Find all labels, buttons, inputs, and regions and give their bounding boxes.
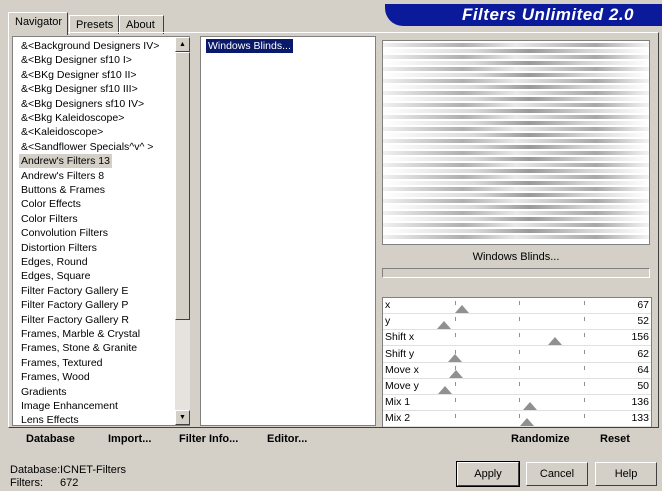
category-item[interactable]: Gradients — [19, 385, 69, 399]
category-item[interactable]: Lens Effects — [19, 413, 81, 425]
randomize-button[interactable]: Randomize — [511, 433, 570, 445]
slider-thumb[interactable] — [438, 386, 452, 394]
status-bar: Database:ICNET-Filters Filters: 672 — [10, 464, 126, 490]
param-row[interactable]: Mix 1 136 — [383, 395, 651, 412]
category-item[interactable]: Edges, Round — [19, 255, 90, 269]
param-row[interactable]: Shift y 62 — [383, 347, 651, 363]
reset-button[interactable]: Reset — [600, 433, 630, 445]
category-item[interactable]: Filter Factory Gallery E — [19, 284, 130, 298]
param-row[interactable]: y 52 — [383, 314, 651, 331]
blinds-preview-graphic — [383, 43, 649, 239]
editor-button[interactable]: Editor... — [267, 433, 307, 445]
param-name: Move x — [385, 363, 419, 376]
param-name: Mix 2 — [385, 412, 411, 425]
param-row[interactable]: Move x 64 — [383, 363, 651, 379]
param-value: 50 — [637, 380, 649, 392]
param-name: y — [385, 315, 391, 328]
slider-thumb[interactable] — [520, 418, 534, 427]
database-button[interactable]: Database — [26, 433, 75, 445]
category-item[interactable]: &<Bkg Kaleidoscope> — [19, 111, 126, 125]
param-value: 136 — [631, 396, 649, 409]
category-item[interactable]: Filter Factory Gallery P — [19, 298, 130, 312]
category-item[interactable]: &<Bkg Designer sf10 III> — [19, 82, 140, 96]
param-name: Move y — [385, 380, 419, 392]
category-item[interactable]: Frames, Wood — [19, 370, 92, 384]
param-value: 52 — [637, 315, 649, 328]
scroll-down-button[interactable]: ▼ — [175, 410, 190, 425]
cancel-button[interactable]: Cancel — [526, 462, 588, 486]
filter-item-windows-blinds[interactable]: Windows Blinds... — [206, 39, 293, 53]
database-value: ICNET-Filters — [60, 464, 126, 476]
category-scrollbar[interactable]: ▲ ▼ — [175, 37, 190, 425]
category-item[interactable]: &<BKg Designer sf10 II> — [19, 68, 139, 82]
category-item[interactable]: Color Effects — [19, 197, 83, 211]
param-name: x — [385, 299, 391, 311]
category-item[interactable]: Andrew's Filters 13 — [19, 154, 112, 169]
category-item[interactable]: &<Kaleidoscope> — [19, 125, 105, 139]
app-title: Filters Unlimited 2.0 — [461, 5, 634, 24]
filters-count-value: 672 — [60, 477, 79, 489]
param-row[interactable]: Mix 2 133 — [383, 411, 651, 428]
scroll-thumb[interactable] — [175, 52, 190, 320]
filters-count-label: Filters: — [10, 477, 43, 489]
category-list[interactable]: &<Background Designers IV> &<Bkg Designer… — [12, 36, 190, 426]
param-name: Shift x — [385, 331, 415, 344]
category-item[interactable]: Frames, Marble & Crystal — [19, 327, 142, 341]
category-item[interactable]: Buttons & Frames — [19, 183, 107, 197]
filter-info-button[interactable]: Filter Info... — [179, 433, 238, 445]
category-item[interactable]: Frames, Textured — [19, 356, 105, 370]
category-item[interactable]: &<Bkg Designer sf10 I> — [19, 53, 134, 67]
parameter-sliders[interactable]: x 67 y 52 Shift x 156 Shift y 62 Move x 64 Move y 5… — [382, 297, 652, 428]
slider-thumb[interactable] — [548, 337, 562, 346]
category-item[interactable]: &<Bkg Designers sf10 IV> — [19, 97, 146, 111]
param-value: 156 — [631, 331, 649, 344]
param-value: 64 — [637, 363, 649, 376]
slider-thumb[interactable] — [448, 353, 462, 362]
slider-thumb[interactable] — [523, 402, 537, 411]
slider-thumb[interactable] — [449, 369, 463, 378]
category-item[interactable]: Filter Factory Gallery R — [19, 313, 131, 327]
help-button[interactable]: Help — [595, 462, 657, 486]
category-item[interactable]: Convolution Filters — [19, 226, 110, 240]
preview-label: Windows Blinds... — [472, 251, 560, 263]
param-name: Mix 1 — [385, 396, 411, 409]
filter-list[interactable]: Windows Blinds... — [200, 36, 376, 426]
apply-button[interactable]: Apply — [456, 461, 520, 487]
category-item[interactable]: Image Enhancement — [19, 399, 120, 413]
slider-thumb[interactable] — [455, 305, 469, 313]
category-item[interactable]: Andrew's Filters 8 — [19, 169, 106, 183]
category-item[interactable]: Distortion Filters — [19, 241, 99, 255]
category-item[interactable]: &<Sandflower Specials^v^ > — [19, 140, 155, 154]
triangle-up-icon: ▲ — [179, 41, 186, 48]
database-label: Database: — [10, 464, 61, 476]
progress-bar — [382, 268, 650, 278]
preview-image — [382, 40, 650, 245]
category-item[interactable]: Color Filters — [19, 212, 80, 226]
tab-navigator[interactable]: Navigator — [8, 12, 68, 35]
triangle-down-icon: ▼ — [179, 414, 186, 421]
param-value: 133 — [631, 412, 649, 425]
scroll-up-button[interactable]: ▲ — [175, 37, 190, 52]
category-item[interactable]: &<Background Designers IV> — [19, 39, 161, 53]
param-value: 67 — [637, 299, 649, 311]
import-button[interactable]: Import... — [108, 433, 151, 445]
param-row[interactable]: Shift x 156 — [383, 330, 651, 347]
param-row[interactable]: Move y 50 — [383, 379, 651, 395]
category-item[interactable]: Frames, Stone & Granite — [19, 341, 139, 355]
param-name: Shift y — [385, 347, 415, 360]
title-banner: Filters Unlimited 2.0 — [385, 4, 662, 26]
slider-thumb[interactable] — [437, 321, 451, 330]
category-item[interactable]: Edges, Square — [19, 269, 92, 283]
param-row[interactable]: x 67 — [383, 298, 651, 314]
param-value: 62 — [637, 347, 649, 360]
